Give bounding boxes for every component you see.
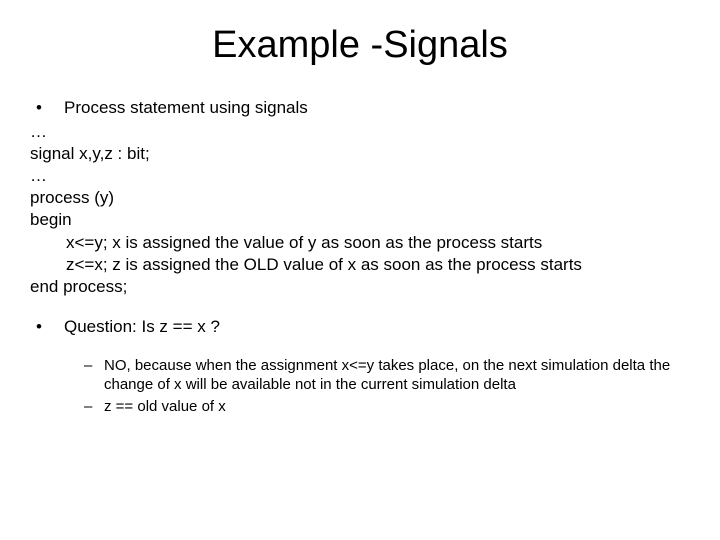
bullet-text: Question: Is z == x ? [64,316,220,338]
code-line: … [30,165,690,187]
code-line: signal x,y,z : bit; [30,143,690,165]
code-line: end process; [30,276,690,298]
bullet-dot-icon: • [30,316,64,338]
bullet-text: Process statement using signals [64,97,308,119]
code-line: process (y) [30,187,690,209]
slide: Example -Signals • Process statement usi… [0,0,720,540]
dash-icon: – [84,397,104,417]
code-line: x<=y; x is assigned the value of y as so… [30,232,690,254]
subbullet-text: z == old value of x [104,397,226,417]
code-line: z<=x; z is assigned the OLD value of x a… [30,254,690,276]
bullet-dot-icon: • [30,97,64,119]
bullet-process-statement: • Process statement using signals [30,97,690,119]
dash-icon: – [84,356,104,395]
subbullet-answer-oldvalue: – z == old value of x [84,397,690,417]
code-block: … signal x,y,z : bit; … process (y) begi… [30,121,690,298]
subbullet-text: NO, because when the assignment x<=y tak… [104,356,690,395]
code-line: … [30,121,690,143]
subbullet-answer-no: – NO, because when the assignment x<=y t… [84,356,690,395]
slide-title: Example -Signals [30,24,690,67]
slide-body: • Process statement using signals … sign… [30,97,690,416]
bullet-question: • Question: Is z == x ? [30,316,690,338]
code-line: begin [30,209,690,231]
